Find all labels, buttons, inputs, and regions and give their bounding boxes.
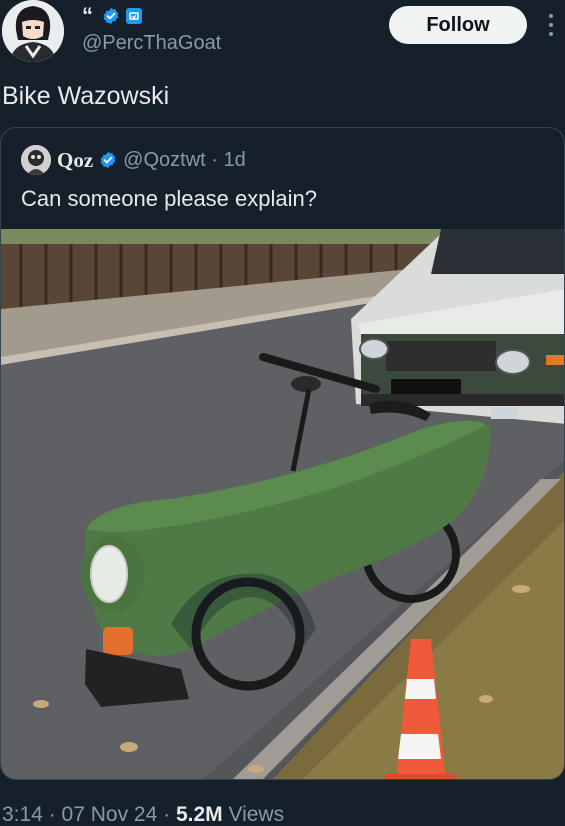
views-count: 5.2M <box>175 803 223 826</box>
quoted-tweet-header: Qoz @Qoztwt · 1d <box>21 145 246 175</box>
tweet-meta: 3:14 · 07 Nov 24 · 5.2M Views <box>2 803 284 826</box>
quote-mark-icon: “ <box>82 3 93 28</box>
verified-badge-icon <box>103 7 119 25</box>
tweet-header: “ @PercThaGoat Follow <box>0 0 565 70</box>
quoted-avatar-image <box>21 145 51 175</box>
author-handle[interactable]: @PercThaGoat <box>82 32 221 55</box>
quoted-verified-badge-icon <box>100 151 116 169</box>
quoted-tweet-photo[interactable] <box>1 229 564 779</box>
quoted-author-name[interactable]: Qoz <box>57 148 93 173</box>
bike-car-photo-image <box>1 229 564 779</box>
quoted-handle-time: @Qoztwt · 1d <box>123 148 246 171</box>
quoted-tweet-text: Can someone please explain? <box>21 186 317 211</box>
author-badges: “ <box>82 3 142 28</box>
views-label: Views <box>222 803 285 826</box>
tweet-text: Bike Wazowski <box>2 82 170 110</box>
more-options-icon[interactable] <box>546 14 556 36</box>
follow-button[interactable]: Follow <box>389 6 527 44</box>
tweet-time-date[interactable]: 3:14 · 07 Nov 24 · <box>2 803 176 826</box>
square-badge-icon <box>126 8 142 24</box>
quoted-author-avatar[interactable] <box>21 145 51 175</box>
author-avatar[interactable] <box>2 0 64 62</box>
quoted-tweet-card[interactable]: Qoz @Qoztwt · 1d Can someone please expl… <box>0 127 565 780</box>
avatar-image <box>2 0 64 62</box>
